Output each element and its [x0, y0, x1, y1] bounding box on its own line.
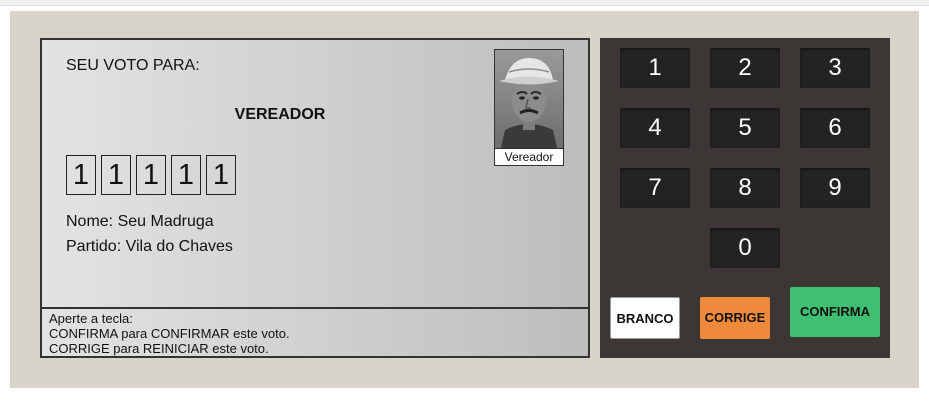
digit-box-2: 1 — [101, 155, 131, 195]
keypad: 1 2 3 4 5 6 7 8 9 0 BRANCO CORRIGE CONFI… — [600, 38, 890, 358]
instruction-line-2: CONFIRMA para CONFIRMAR este voto. — [49, 326, 290, 341]
photo-caption: Vereador — [495, 148, 563, 165]
key-2[interactable]: 2 — [710, 48, 780, 88]
key-1[interactable]: 1 — [620, 48, 690, 88]
instruction-line-3: CORRIGE para REINICIAR este voto. — [49, 341, 269, 356]
instruction-line-1: Aperte a tecla: — [49, 311, 133, 326]
browser-top-edge — [0, 0, 929, 6]
corrige-button[interactable]: CORRIGE — [700, 297, 770, 339]
vote-for-label: SEU VOTO PARA: — [66, 57, 200, 74]
key-8[interactable]: 8 — [710, 168, 780, 208]
voting-screen: SEU VOTO PARA: VEREADOR 1 1 1 1 1 Nome: … — [40, 38, 590, 358]
screen-instructions: Aperte a tecla: CONFIRMA para CONFIRMAR … — [42, 307, 588, 356]
candidate-party: Partido: Vila do Chaves — [66, 238, 233, 255]
office-title: VEREADOR — [234, 106, 326, 123]
candidate-number-digits: 1 1 1 1 1 — [66, 155, 236, 195]
digit-box-5: 1 — [206, 155, 236, 195]
digit-box-3: 1 — [136, 155, 166, 195]
candidate-name: Nome: Seu Madruga — [66, 213, 214, 230]
screen-main-area: SEU VOTO PARA: VEREADOR 1 1 1 1 1 Nome: … — [42, 40, 588, 307]
voting-machine: SEU VOTO PARA: VEREADOR 1 1 1 1 1 Nome: … — [10, 11, 919, 388]
key-0[interactable]: 0 — [710, 228, 780, 268]
digit-box-1: 1 — [66, 155, 96, 195]
candidate-photo: Vereador — [494, 49, 564, 166]
confirma-button[interactable]: CONFIRMA — [790, 287, 880, 337]
key-6[interactable]: 6 — [800, 108, 870, 148]
branco-button[interactable]: BRANCO — [610, 297, 680, 339]
key-3[interactable]: 3 — [800, 48, 870, 88]
key-5[interactable]: 5 — [710, 108, 780, 148]
key-4[interactable]: 4 — [620, 108, 690, 148]
candidate-portrait-image — [495, 50, 563, 148]
key-7[interactable]: 7 — [620, 168, 690, 208]
key-9[interactable]: 9 — [800, 168, 870, 208]
digit-box-4: 1 — [171, 155, 201, 195]
